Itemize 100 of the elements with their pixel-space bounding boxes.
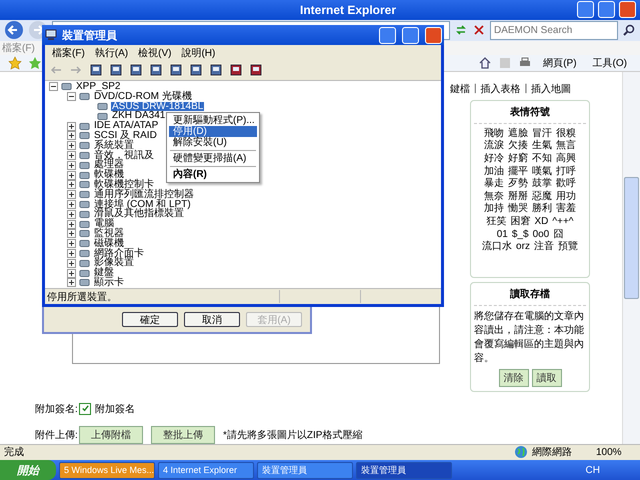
signature-checkbox[interactable] bbox=[79, 402, 91, 415]
emoticon-link[interactable]: 用功 bbox=[556, 190, 576, 204]
emoticon-link[interactable]: 狂笑 bbox=[486, 216, 506, 229]
taskbar-button[interactable]: 裝置管理員 bbox=[356, 462, 452, 478]
emoticon-link[interactable]: 歡呼 bbox=[556, 178, 576, 191]
home-icon[interactable] bbox=[478, 56, 492, 70]
tree-item[interactable]: 影像裝置 bbox=[93, 258, 135, 268]
tree-item[interactable]: 磁碟機 bbox=[93, 238, 125, 249]
dialog-button[interactable]: 確定 bbox=[122, 312, 178, 327]
context-menu-item[interactable]: 更新驅動程式(P)... bbox=[169, 115, 257, 126]
tree-item[interactable]: 顯示卡 bbox=[93, 278, 125, 288]
emoticon-link[interactable]: 害羞 bbox=[556, 203, 576, 216]
emoticon-link[interactable]: 好冷 bbox=[484, 153, 504, 166]
tree-item[interactable]: 網路介面卡 bbox=[93, 248, 145, 258]
tree-item[interactable]: ASUS DRW-1814BL bbox=[111, 102, 204, 112]
menu-item[interactable]: 說明(H) bbox=[176, 46, 220, 60]
context-menu-item[interactable]: 停用(D) bbox=[169, 126, 257, 137]
tree-item[interactable]: 軟碟機 bbox=[93, 170, 125, 180]
zoom-level[interactable]: 100% bbox=[596, 446, 636, 458]
tree-item[interactable]: 音效，視訊及 bbox=[93, 150, 155, 160]
emoticon-link[interactable]: 加油 bbox=[484, 166, 504, 178]
tree-item[interactable]: 系統裝置 bbox=[93, 140, 135, 151]
language-indicator[interactable]: CH bbox=[578, 464, 640, 476]
panel-button[interactable]: 讀取 bbox=[532, 368, 562, 387]
emoticon-link[interactable]: 預覽 bbox=[558, 241, 578, 254]
tree-item[interactable]: 滑鼠及其他指標裝置 bbox=[93, 209, 185, 220]
stop-icon[interactable] bbox=[472, 23, 486, 38]
tree-item[interactable]: 鍵盤 bbox=[93, 268, 115, 278]
tree-item[interactable]: SCSI 及 RAID bbox=[93, 130, 158, 141]
dialog-button[interactable]: 取消 bbox=[184, 312, 240, 327]
tree-item[interactable]: DVD/CD-ROM 光碟機 bbox=[93, 92, 193, 102]
expander-icon[interactable] bbox=[67, 122, 76, 131]
expander-icon[interactable] bbox=[67, 220, 76, 229]
maximize-button[interactable] bbox=[402, 26, 419, 44]
expander-icon[interactable] bbox=[67, 268, 76, 278]
toolbar-button[interactable]: 網頁(P) bbox=[538, 56, 582, 70]
minimize-button[interactable] bbox=[577, 1, 594, 18]
emoticon-link[interactable]: 慟哭 bbox=[508, 203, 528, 216]
refresh-icon[interactable] bbox=[454, 23, 468, 38]
taskbar-button[interactable]: 4 Internet Explorer bbox=[158, 462, 254, 478]
emoticon-link[interactable]: 欠揍 bbox=[508, 140, 528, 154]
context-menu-item[interactable]: 硬體變更掃描(A) bbox=[169, 153, 257, 164]
emoticon-link[interactable]: 打呼 bbox=[556, 166, 576, 178]
emoticon-link[interactable]: 鼓掌 bbox=[532, 178, 552, 191]
toolbar-button[interactable]: 工具(O) bbox=[588, 56, 632, 70]
expander-icon[interactable] bbox=[67, 92, 76, 102]
emoticon-link[interactable]: 01 bbox=[496, 228, 508, 242]
emoticon-link[interactable]: 0o0 bbox=[532, 228, 550, 242]
expander-icon[interactable] bbox=[67, 141, 76, 150]
editor-link[interactable]: 插入地圖 bbox=[531, 82, 572, 96]
tree-item[interactable]: 監視器 bbox=[93, 228, 125, 239]
emoticon-link[interactable]: XD bbox=[534, 216, 548, 229]
expander-icon[interactable] bbox=[67, 278, 76, 288]
tree-item[interactable]: IDE ATA/ATAP bbox=[93, 121, 160, 131]
emoticon-link[interactable]: 好窮 bbox=[508, 153, 528, 166]
context-menu-item[interactable]: 內容(R) bbox=[169, 169, 257, 180]
close-button[interactable] bbox=[619, 1, 636, 18]
expander-icon[interactable] bbox=[67, 200, 76, 209]
search-icon[interactable] bbox=[622, 23, 636, 38]
expander-icon[interactable] bbox=[67, 150, 76, 160]
expander-icon[interactable] bbox=[67, 258, 76, 268]
expander-icon[interactable] bbox=[49, 82, 58, 92]
minimize-button[interactable] bbox=[379, 26, 396, 44]
emoticon-link[interactable]: 不知 bbox=[532, 153, 552, 166]
emoticon-link[interactable]: $_$ bbox=[512, 228, 529, 242]
taskbar-button[interactable]: 裝置管理員 bbox=[257, 462, 353, 478]
emoticon-link[interactable]: 惡魔 bbox=[532, 190, 552, 204]
upload-button[interactable]: 上傳附檔 bbox=[79, 426, 143, 444]
menu-item[interactable]: 檔案(F) bbox=[47, 46, 90, 60]
tree-item[interactable]: XPP_SP2 bbox=[75, 82, 122, 92]
expander-icon[interactable] bbox=[67, 248, 76, 258]
expander-icon[interactable] bbox=[67, 131, 76, 140]
expander-icon[interactable] bbox=[67, 170, 76, 180]
emoticon-link[interactable]: ^++^ bbox=[552, 216, 574, 229]
emoticon-link[interactable]: 遮臉 bbox=[508, 128, 528, 140]
emoticon-link[interactable]: 擺平 bbox=[508, 166, 528, 178]
start-button[interactable]: 開始 bbox=[0, 460, 56, 480]
close-button[interactable] bbox=[425, 26, 442, 44]
emoticon-link[interactable]: 歹勢 bbox=[508, 178, 528, 191]
emoticon-link[interactable]: 注音 bbox=[534, 241, 554, 254]
tree-item[interactable]: 電腦 bbox=[93, 219, 115, 229]
emoticon-link[interactable]: 高興 bbox=[556, 153, 576, 166]
expander-icon[interactable] bbox=[67, 180, 76, 190]
emoticon-link[interactable]: 掰掰 bbox=[508, 190, 528, 204]
panel-button[interactable]: 清除 bbox=[498, 368, 528, 387]
expander-icon[interactable] bbox=[67, 190, 76, 200]
emoticon-link[interactable]: 流口水 bbox=[482, 241, 512, 254]
back-icon[interactable] bbox=[4, 20, 24, 40]
expander-icon[interactable] bbox=[67, 229, 76, 238]
emoticon-link[interactable]: 流淚 bbox=[484, 140, 504, 154]
expander-icon[interactable] bbox=[67, 160, 76, 170]
tree-item[interactable]: ZKH DA341 bbox=[111, 111, 166, 122]
emoticon-link[interactable]: 加持 bbox=[484, 203, 504, 216]
emoticon-link[interactable]: 冒汗 bbox=[532, 128, 552, 140]
emoticon-link[interactable]: 勝利 bbox=[532, 203, 552, 216]
emoticon-link[interactable]: 生氣 bbox=[532, 140, 552, 154]
emoticon-link[interactable]: 暴走 bbox=[484, 178, 504, 191]
editor-link[interactable]: 插入表格 bbox=[480, 82, 521, 96]
tree-item[interactable]: 軟碟機控制卡 bbox=[93, 180, 155, 190]
emoticon-link[interactable]: 很糗 bbox=[556, 128, 576, 140]
